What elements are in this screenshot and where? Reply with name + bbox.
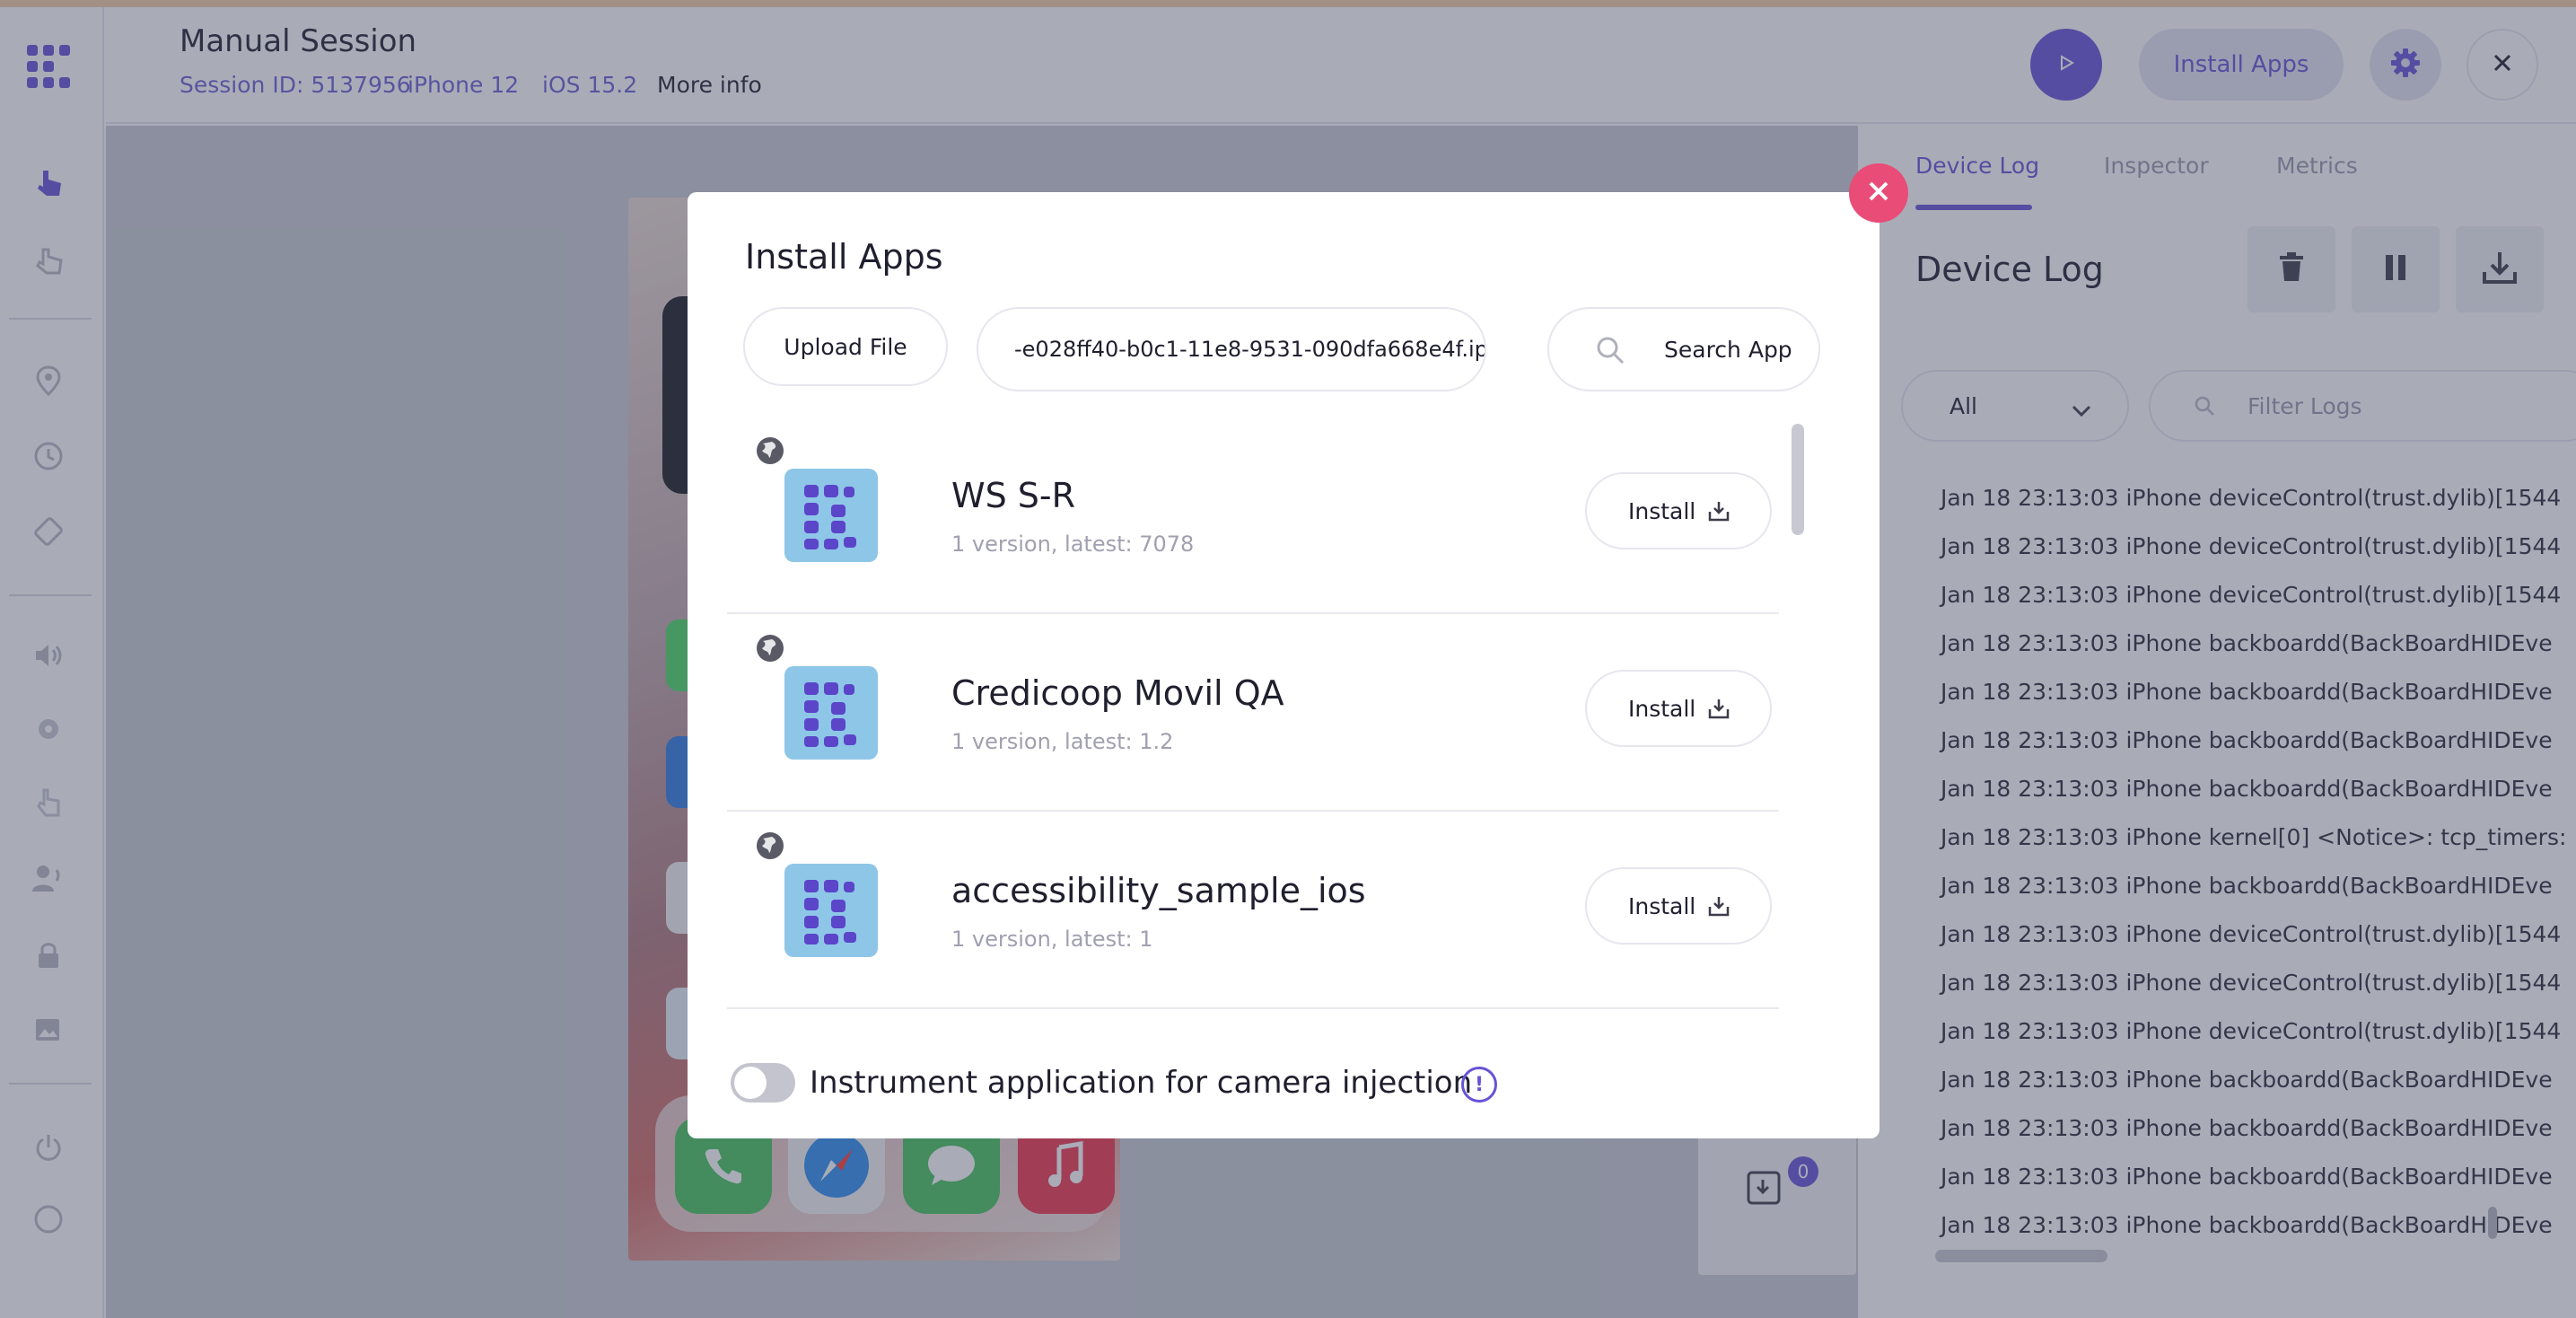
install-apps-modal: Install Apps Upload File -e028ff40-b0c1-… (688, 192, 1879, 1138)
install-icon (1707, 499, 1730, 528)
install-icon (1707, 894, 1730, 923)
app-name: WS S-R (951, 476, 1076, 515)
search-app-label: Search App (1664, 336, 1792, 363)
search-app-button[interactable]: Search App (1547, 307, 1820, 391)
install-button[interactable]: Install (1585, 472, 1772, 549)
app-list-scrollbar[interactable] (1792, 424, 1804, 535)
app-list: WS S-R 1 version, latest: 7078 Install C… (727, 417, 1817, 1020)
app-name: Credicoop Movil QA (951, 673, 1284, 713)
install-icon (1707, 697, 1730, 725)
app-name: accessibility_sample_ios (951, 871, 1366, 910)
app-row: accessibility_sample_ios 1 version, late… (727, 812, 1779, 1009)
camera-injection-label: Instrument application for camera inject… (810, 1065, 1473, 1101)
app-icon (784, 864, 878, 957)
modal-close-button[interactable] (1849, 163, 1908, 223)
app-version: 1 version, latest: 1 (951, 927, 1153, 952)
modal-title: Install Apps (745, 237, 943, 277)
install-button[interactable]: Install (1585, 867, 1772, 945)
close-icon (1866, 179, 1891, 207)
app-search-input[interactable]: -e028ff40-b0c1-11e8-9531-090dfa668e4f.ip… (977, 307, 1486, 391)
app-version: 1 version, latest: 7078 (951, 532, 1195, 557)
install-label: Install (1628, 892, 1696, 919)
app-row: WS S-R 1 version, latest: 7078 Install (727, 417, 1779, 614)
globe-icon (754, 830, 786, 865)
install-button[interactable]: Install (1585, 670, 1772, 747)
toggle-knob (734, 1067, 767, 1099)
app-icon (784, 666, 878, 760)
install-label: Install (1628, 695, 1696, 722)
app-row: Credicoop Movil QA 1 version, latest: 1.… (727, 614, 1779, 812)
globe-icon (754, 435, 786, 470)
install-label: Install (1628, 497, 1696, 524)
upload-file-button[interactable]: Upload File (743, 307, 948, 386)
search-icon (1594, 334, 1626, 372)
app-icon (784, 469, 878, 562)
info-icon[interactable]: ! (1461, 1067, 1497, 1103)
globe-icon (754, 632, 786, 668)
app-version: 1 version, latest: 1.2 (951, 729, 1174, 754)
camera-injection-toggle[interactable] (731, 1063, 795, 1103)
